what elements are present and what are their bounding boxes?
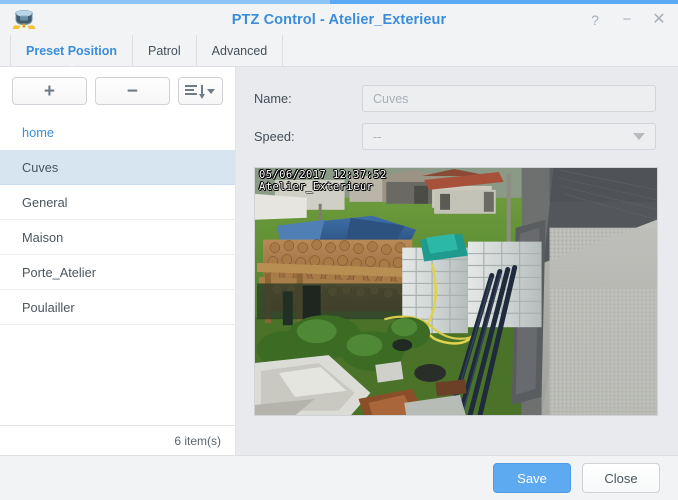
- speed-field-row: Speed: --: [254, 123, 656, 150]
- list-item-poulailler[interactable]: Poulailler: [0, 290, 235, 325]
- window-controls: ? − ✕: [586, 4, 668, 35]
- help-icon[interactable]: ?: [586, 11, 604, 29]
- preset-toolbar: + −: [0, 67, 235, 115]
- speed-label: Speed:: [254, 129, 295, 144]
- tab-patrol[interactable]: Patrol: [133, 35, 197, 66]
- close-button[interactable]: Close: [582, 463, 660, 493]
- add-preset-button[interactable]: +: [12, 77, 87, 105]
- minus-icon: −: [126, 80, 138, 102]
- speed-select-value: --: [373, 129, 382, 144]
- tab-preset-position[interactable]: Preset Position: [10, 35, 133, 71]
- list-item-maison[interactable]: Maison: [0, 220, 235, 255]
- camera-osd-overlay: 05/06/2017 12:37:52 Atelier_Exterieur: [259, 169, 387, 193]
- speed-select[interactable]: --: [362, 123, 656, 150]
- plus-icon: +: [43, 80, 55, 102]
- title-bar: PTZ Control - Atelier_Exterieur ? − ✕: [0, 4, 678, 35]
- list-item-general[interactable]: General: [0, 185, 235, 220]
- preset-detail-panel: Name: Cuves Speed: -- 05/06/2017 12:37:5…: [236, 67, 678, 455]
- item-count-status: 6 item(s): [0, 425, 235, 455]
- sort-descending-icon: [185, 84, 206, 99]
- page-title: PTZ Control - Atelier_Exterieur: [231, 11, 447, 28]
- save-button[interactable]: Save: [493, 463, 571, 493]
- name-field-row: Name: Cuves: [254, 85, 656, 112]
- osd-camera-name: Atelier_Exterieur: [259, 181, 374, 193]
- minimize-icon[interactable]: −: [618, 11, 636, 29]
- preset-list[interactable]: home Cuves General Maison Porte_Atelier …: [0, 115, 235, 425]
- main-content: + − home Cuves General Maison Porte_Atel…: [0, 67, 678, 455]
- tab-advanced[interactable]: Advanced: [197, 35, 284, 66]
- remove-preset-button[interactable]: −: [94, 77, 170, 105]
- name-label: Name:: [254, 91, 292, 106]
- name-input[interactable]: Cuves: [362, 85, 656, 112]
- list-item-cuves[interactable]: Cuves: [0, 150, 235, 185]
- close-icon[interactable]: ✕: [650, 11, 668, 29]
- list-item-porte-atelier[interactable]: Porte_Atelier: [0, 255, 235, 290]
- sort-button[interactable]: [177, 77, 223, 105]
- osd-timestamp: 05/06/2017 12:37:52: [259, 169, 387, 181]
- ptz-control-window: PTZ Control - Atelier_Exterieur ? − ✕ Pr…: [0, 0, 678, 500]
- dome-camera-icon: [11, 8, 37, 32]
- chevron-down-icon: [633, 133, 645, 140]
- chevron-down-icon: [207, 88, 216, 94]
- list-item-home[interactable]: home: [0, 115, 235, 150]
- dialog-footer: Save Close: [0, 455, 678, 500]
- preset-panel: + − home Cuves General Maison Porte_Atel…: [0, 67, 236, 455]
- tab-bar: Preset Position Patrol Advanced: [0, 35, 678, 71]
- camera-scene-image: [255, 168, 657, 415]
- camera-preview: 05/06/2017 12:37:52 Atelier_Exterieur: [254, 167, 658, 416]
